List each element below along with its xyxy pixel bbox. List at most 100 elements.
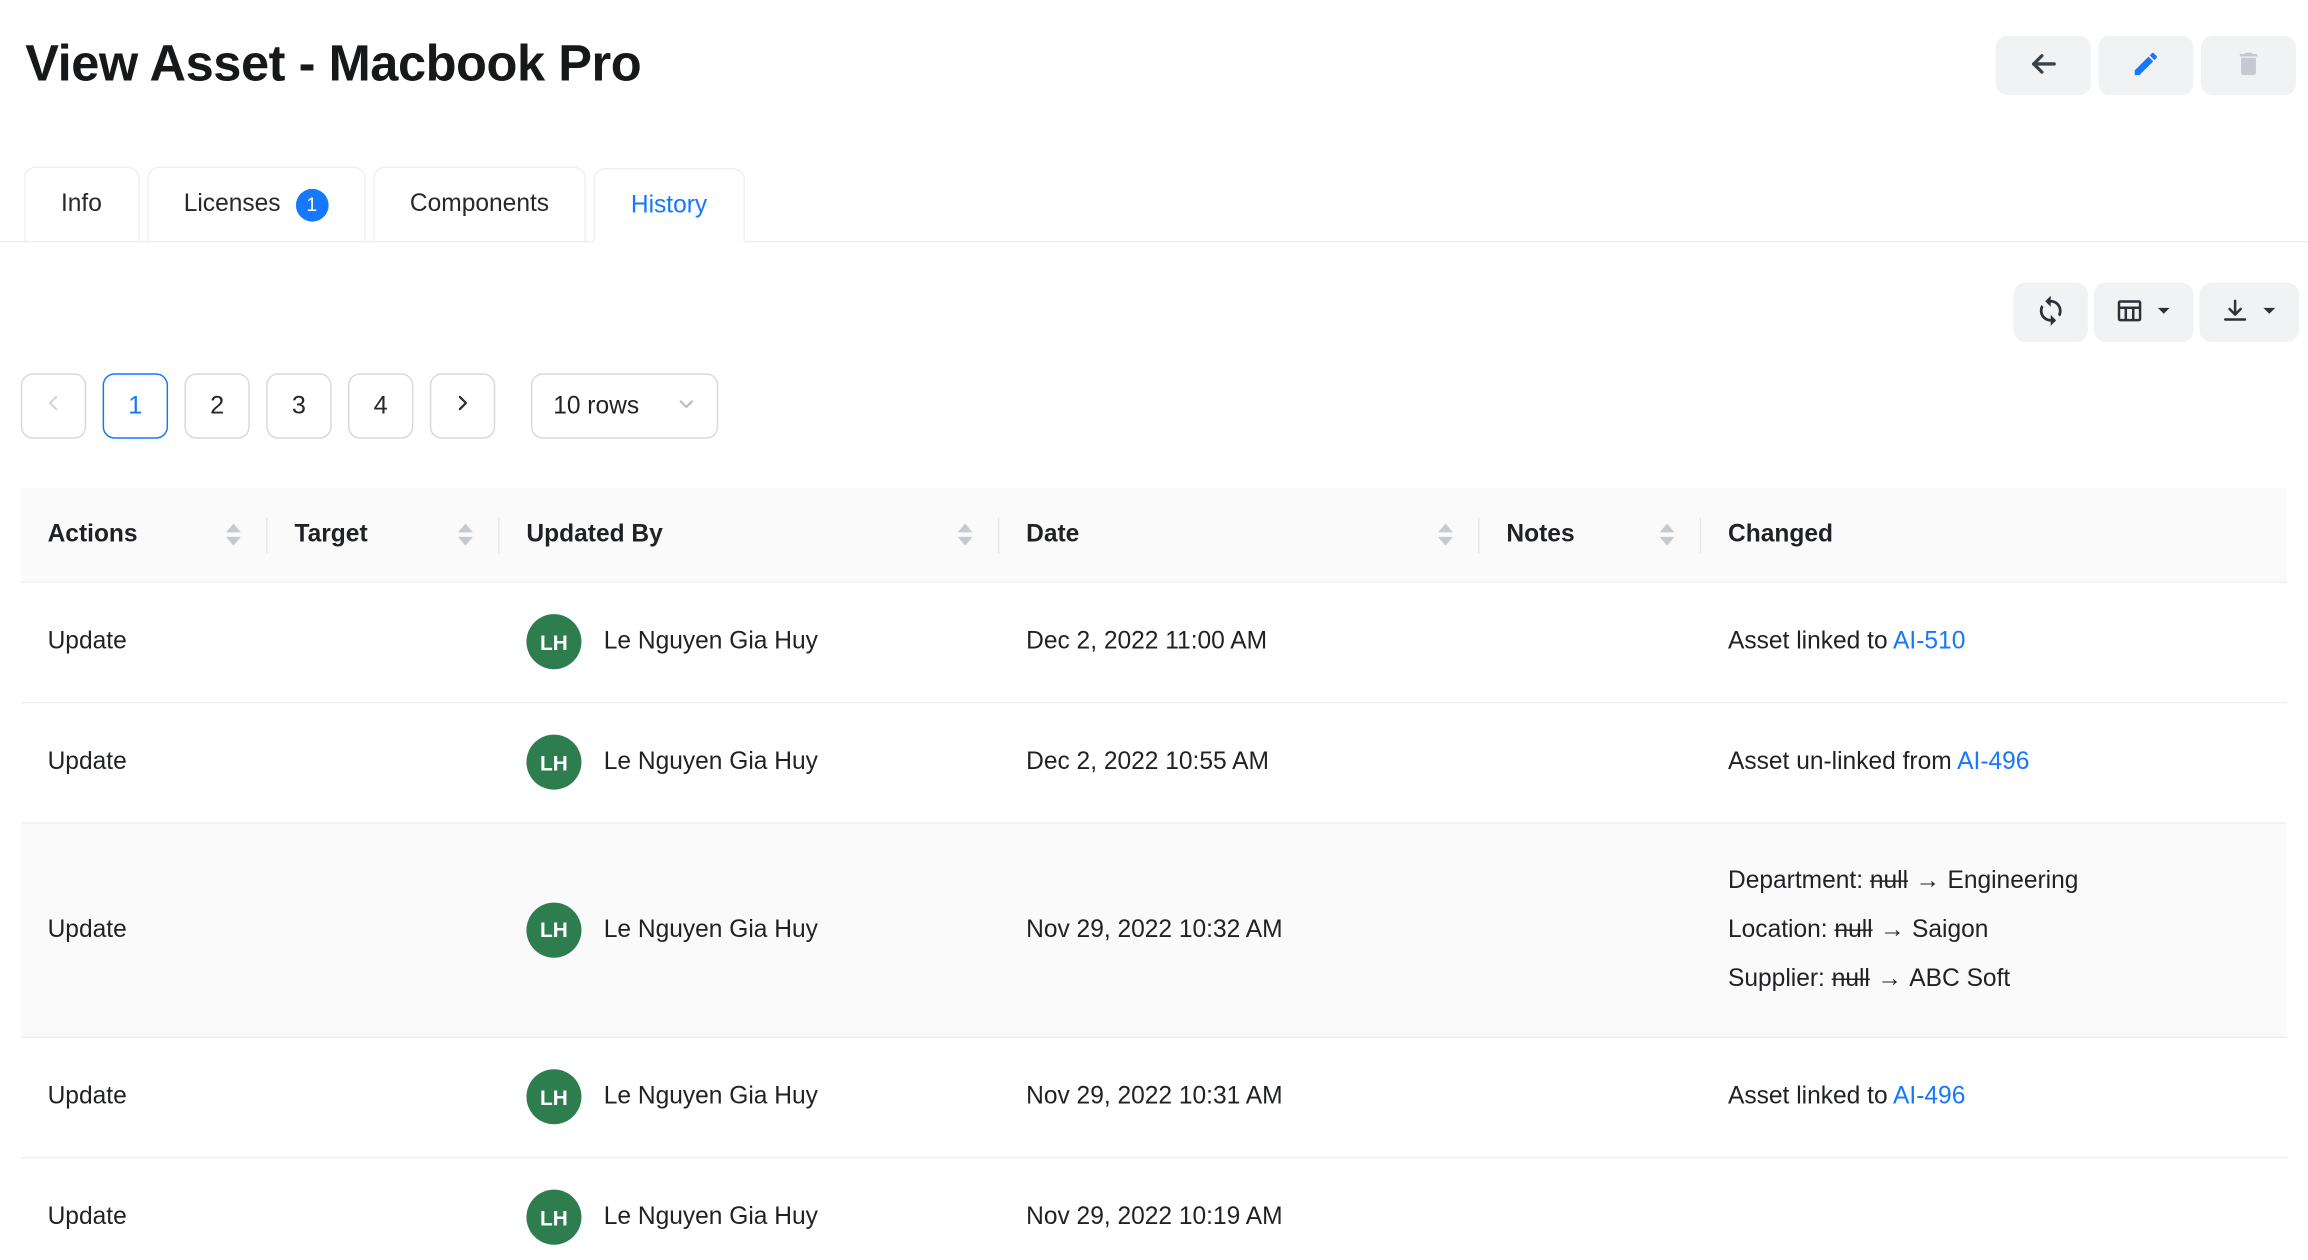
page-button-1[interactable]: 1 — [103, 373, 168, 438]
history-row: Update LHLe Nguyen Gia HuyDec 2, 2022 10:… — [21, 702, 2287, 822]
header-actions — [1996, 36, 2296, 95]
column-header-updated-by[interactable]: Updated By — [500, 488, 1000, 582]
tab-info[interactable]: Info — [24, 167, 139, 241]
cell-updated-by: LH Le Nguyen Gia Huy — [500, 822, 1000, 1036]
column-label: Date — [1026, 520, 1079, 548]
column-header-date[interactable]: Date — [999, 488, 1479, 582]
cell-actions: Update — [21, 1157, 268, 1260]
caret-down-icon — [2155, 301, 2173, 323]
cell-changed — [1701, 1157, 2287, 1260]
changed-text: Asset linked to — [1728, 628, 1893, 655]
user-name: Le Nguyen Gia Huy — [604, 628, 818, 656]
cell-target — [268, 822, 500, 1036]
cell-notes — [1480, 581, 1702, 701]
user-avatar: LH — [526, 902, 581, 957]
column-label: Target — [294, 520, 367, 548]
table-grid-icon — [2115, 295, 2145, 329]
column-header-target[interactable]: Target — [268, 488, 500, 582]
refresh-icon — [2034, 294, 2067, 331]
old-value-strikethrough: null — [1834, 915, 1872, 942]
changed-text: Supplier: — [1728, 964, 1832, 991]
user-avatar: LH — [526, 614, 581, 669]
cell-date: Dec 2, 2022 11:00 AM — [999, 581, 1479, 701]
column-label: Actions — [48, 520, 138, 548]
columns-dropdown-button[interactable] — [2094, 283, 2194, 342]
history-row: Update LHLe Nguyen Gia HuyNov 29, 2022 10… — [21, 1157, 2287, 1260]
table-toolbar — [0, 283, 2299, 342]
cell-changed: Asset linked to AI-510 — [1701, 581, 2287, 701]
column-label: Changed — [1728, 520, 1833, 547]
sort-carets-icon — [458, 523, 473, 545]
prev-page-button[interactable] — [21, 373, 86, 438]
history-row: Update LH Le Nguyen Gia Huy Dec 2, 2022 11:… — [21, 581, 2287, 701]
page: View Asset - Macbook Pro Info — [0, 0, 2308, 1260]
cell-changed: Asset un-linked from AI-496 — [1701, 702, 2287, 822]
user-avatar: LH — [526, 1069, 581, 1124]
changed-line: Department: null→Engineering — [1728, 856, 2260, 905]
sort-carets-icon — [958, 523, 973, 545]
back-button[interactable] — [1996, 36, 2091, 95]
tab-bar: Info Licenses 1 Components History — [0, 167, 2308, 243]
cell-notes — [1480, 822, 1702, 1036]
changed-text: Asset linked to — [1728, 1083, 1893, 1110]
table-header-row: Actions Target Updated By — [21, 488, 2287, 582]
sort-carets-icon — [1660, 523, 1675, 545]
export-dropdown-button[interactable] — [2199, 283, 2299, 342]
page-button-2[interactable]: 2 — [184, 373, 249, 438]
download-icon — [2220, 295, 2250, 329]
cell-target — [268, 702, 500, 822]
history-row: Update LH Le Nguyen Gia Huy Nov 29, 2022 10… — [21, 822, 2287, 1036]
cell-date: Nov 29, 2022 10:31 AM — [999, 1037, 1479, 1157]
changed-text: Department: — [1728, 866, 1870, 893]
cell-updated-by: LH Le Nguyen Gia Huy — [500, 1037, 1000, 1157]
sort-carets-icon — [1438, 523, 1453, 545]
changed-asset-link[interactable]: AI-496 — [1893, 1083, 1965, 1110]
changed-asset-link[interactable]: AI-496 — [1957, 748, 2029, 775]
cell-actions: Update — [21, 702, 268, 822]
page-button-4[interactable]: 4 — [348, 373, 413, 438]
cell-actions: Update — [21, 1037, 268, 1157]
tab-history[interactable]: History — [594, 168, 745, 242]
tab-licenses[interactable]: Licenses 1 — [147, 167, 366, 241]
cell-notes — [1480, 702, 1702, 822]
column-header-changed: Changed — [1701, 488, 2287, 582]
tab-components[interactable]: Components — [373, 167, 586, 241]
tab-label: Info — [61, 190, 102, 218]
edit-button[interactable] — [2098, 36, 2193, 95]
tab-label: History — [631, 191, 707, 219]
page-button-3[interactable]: 3 — [266, 373, 331, 438]
arrow-left-icon — [2027, 47, 2060, 84]
arrow-right-icon: → — [1873, 915, 1912, 942]
column-header-actions[interactable]: Actions — [21, 488, 268, 582]
cell-target — [268, 1037, 500, 1157]
next-page-button[interactable] — [430, 373, 495, 438]
user-name: Le Nguyen Gia Huy — [604, 915, 818, 943]
refresh-button[interactable] — [2014, 283, 2088, 342]
cell-updated-by: LHLe Nguyen Gia Huy — [500, 702, 1000, 822]
delete-button[interactable] — [2201, 36, 2296, 95]
changed-text: Asset un-linked from — [1728, 748, 1957, 775]
cell-changed: Department: null→EngineeringLocation: nu… — [1701, 822, 2287, 1036]
trash-icon — [2234, 48, 2264, 82]
cell-date: Nov 29, 2022 10:32 AM — [999, 822, 1479, 1036]
cell-date: Nov 29, 2022 10:19 AM — [999, 1157, 1479, 1260]
column-label: Updated By — [526, 520, 662, 548]
tab-label: Components — [410, 190, 549, 218]
chevron-right-icon — [452, 391, 473, 421]
column-header-notes[interactable]: Notes — [1480, 488, 1702, 582]
arrow-right-icon: → — [1870, 964, 1909, 991]
pagination: 1 2 3 4 10 rows — [21, 373, 2308, 438]
cell-date: Dec 2, 2022 10:55 AM — [999, 702, 1479, 822]
chevron-left-icon — [43, 391, 64, 421]
cell-updated-by: LHLe Nguyen Gia Huy — [500, 1157, 1000, 1260]
licenses-count-badge: 1 — [295, 188, 328, 221]
user-name: Le Nguyen Gia Huy — [604, 1083, 818, 1111]
changed-asset-link[interactable]: AI-510 — [1893, 628, 1965, 655]
cell-actions: Update — [21, 822, 268, 1036]
changed-line: Asset linked to AI-510 — [1728, 617, 2260, 666]
rows-per-page-select[interactable]: 10 rows — [531, 373, 718, 438]
history-row: Update LH Le Nguyen Gia Huy Nov 29, 2022 10… — [21, 1037, 2287, 1157]
changed-text: ABC Soft — [1909, 964, 2010, 991]
user-name: Le Nguyen Gia Huy — [604, 748, 818, 776]
cell-actions: Update — [21, 581, 268, 701]
